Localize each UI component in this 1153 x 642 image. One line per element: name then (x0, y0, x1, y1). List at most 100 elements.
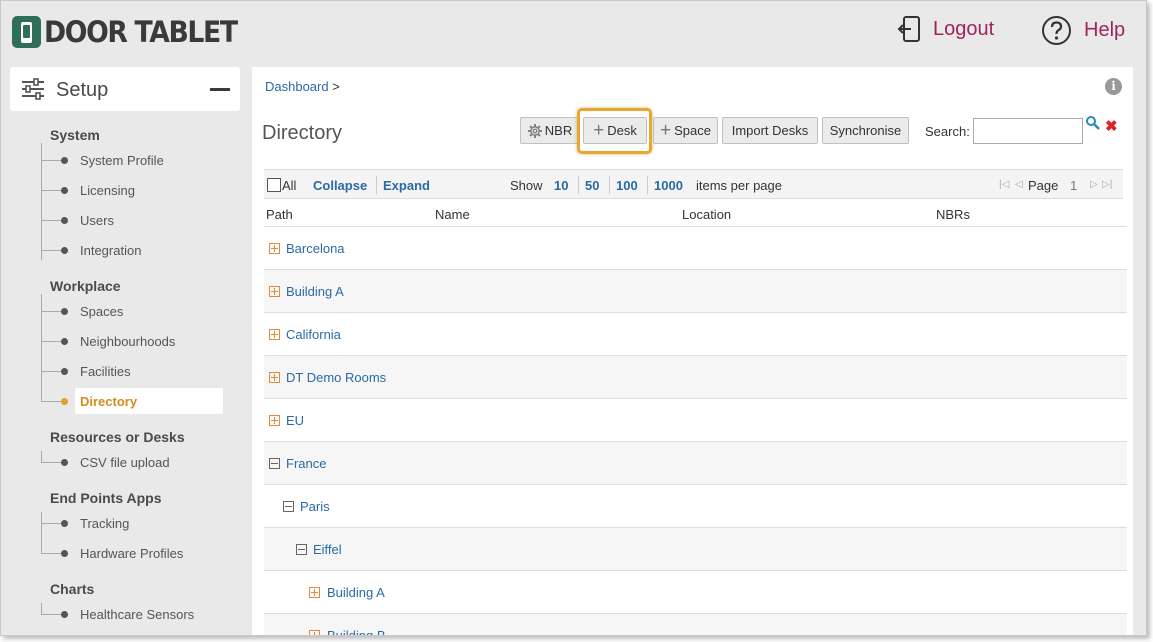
directory-tree: Barcelona Building A California DT Demo … (264, 227, 1127, 635)
last-page-icon[interactable]: ▷| (1102, 179, 1112, 190)
column-header-nbrs[interactable]: NBRs (936, 207, 970, 222)
sidebar-item-label: Licensing (80, 182, 135, 198)
expand-toggle-icon[interactable] (269, 415, 280, 426)
expand-toggle-icon[interactable] (269, 329, 280, 340)
help-label: Help (1084, 19, 1126, 41)
sidebar-item-label: Spaces (80, 303, 124, 319)
next-page-icon[interactable]: ▷ (1090, 179, 1098, 190)
collapse-sidebar-button[interactable] (210, 88, 230, 91)
nbr-button-label: NBR (544, 123, 573, 138)
add-space-button[interactable]: + Space (653, 117, 718, 144)
tree-node-label[interactable]: Paris (300, 499, 330, 514)
sidebar-nav: System System Profile Licensing Users In… (10, 111, 240, 635)
logo-mark-icon (12, 16, 41, 48)
show-label: Show (510, 178, 543, 193)
tree-node-label[interactable]: EU (286, 413, 304, 428)
nav-heading-workplace: Workplace (50, 278, 121, 294)
help-link[interactable]: Help (1041, 15, 1125, 46)
tree-node-label[interactable]: Building A (286, 284, 344, 299)
sidebar-item-directory[interactable]: Directory (41, 388, 231, 414)
nav-heading-resources: Resources or Desks (50, 429, 185, 445)
add-desk-button[interactable]: + Desk (583, 117, 647, 144)
logout-label: Logout (933, 17, 995, 40)
expand-toggle-icon[interactable] (269, 243, 280, 254)
logout-link[interactable]: Logout (897, 15, 994, 43)
synchronise-button[interactable]: Synchronise (822, 117, 909, 144)
breadcrumb-dashboard-link[interactable]: Dashboard (265, 79, 329, 94)
tree-node-label[interactable]: France (286, 456, 326, 471)
plus-icon: + (593, 120, 605, 141)
tree-node-label[interactable]: Building A (327, 585, 385, 600)
collapse-toggle-icon[interactable] (283, 501, 294, 512)
sidebar-item-licensing[interactable]: Licensing (41, 177, 231, 203)
expand-toggle-icon[interactable] (309, 630, 320, 635)
sidebar-item-facilities[interactable]: Facilities (41, 358, 231, 384)
page-size-1000[interactable]: 1000 (654, 178, 683, 193)
add-space-label: Space (674, 123, 711, 138)
synchronise-label: Synchronise (829, 123, 902, 138)
sidebar-item-neighbourhoods[interactable]: Neighbourhoods (41, 328, 231, 354)
nav-heading-system: System (50, 127, 100, 143)
door-tablet-logo[interactable]: DOOR TABLET (12, 15, 253, 49)
column-header-path[interactable]: Path (266, 207, 293, 222)
sidebar-item-label: Integration (80, 242, 142, 258)
collapse-toggle-icon[interactable] (269, 458, 280, 469)
column-header-name[interactable]: Name (435, 207, 470, 222)
sidebar-item-hardware-profiles[interactable]: Hardware Profiles (41, 540, 231, 566)
nbr-button[interactable]: NBR (520, 117, 579, 144)
sidebar-item-system-profile[interactable]: System Profile (41, 147, 231, 173)
search-icon[interactable] (1085, 115, 1101, 131)
search-input[interactable] (973, 118, 1083, 144)
setup-title: Setup (56, 79, 109, 101)
tree-node-label[interactable]: Eiffel (313, 542, 342, 557)
page-size-100[interactable]: 100 (616, 178, 638, 193)
table-row: Building B (264, 614, 1127, 635)
expand-all-link[interactable]: Expand (383, 178, 430, 193)
column-header-location[interactable]: Location (682, 207, 731, 222)
sidebar-item-csv-upload[interactable]: CSV file upload (41, 449, 231, 475)
sidebar-item-label: Neighbourhoods (80, 333, 176, 349)
tree-node-label[interactable]: Building B (327, 628, 386, 635)
first-page-icon[interactable]: |◁ (999, 179, 1009, 190)
collapse-all-link[interactable]: Collapse (313, 178, 367, 193)
prev-page-icon[interactable]: ◁ (1015, 179, 1023, 190)
sidebar-item-label: Hardware Profiles (80, 545, 184, 561)
nav-heading-endpoint-apps: End Points Apps (50, 490, 162, 506)
help-icon (1042, 16, 1071, 45)
table-row: France (264, 442, 1127, 485)
app-window: DOOR TABLET Logout Help Setup System Sys… (0, 0, 1147, 636)
expand-toggle-icon[interactable] (269, 286, 280, 297)
sidebar-item-integration[interactable]: Integration (41, 237, 231, 263)
table-row: Barcelona (264, 227, 1127, 270)
page-size-50[interactable]: 50 (585, 178, 599, 193)
expand-toggle-icon[interactable] (269, 372, 280, 383)
grid-toolbar: All Collapse Expand Show 10 50 100 1000 … (264, 169, 1123, 199)
expand-toggle-icon[interactable] (309, 587, 320, 598)
collapse-toggle-icon[interactable] (296, 544, 307, 555)
page-size-10[interactable]: 10 (554, 178, 568, 193)
sidebar-item-users[interactable]: Users (41, 207, 231, 233)
sidebar-item-spaces[interactable]: Spaces (41, 298, 231, 324)
tree-node-label[interactable]: DT Demo Rooms (286, 370, 386, 385)
logout-icon (897, 16, 920, 42)
breadcrumb: Dashboard > (265, 79, 340, 94)
gear-icon (527, 123, 542, 138)
info-icon[interactable]: i (1105, 78, 1122, 95)
tree-node-label[interactable]: Barcelona (286, 241, 345, 256)
clear-search-icon[interactable]: ✖ (1105, 117, 1118, 135)
plus-icon: + (660, 120, 672, 141)
import-desks-button[interactable]: Import Desks (722, 117, 818, 144)
breadcrumb-separator: > (332, 79, 340, 94)
sidebar-item-tracking[interactable]: Tracking (41, 510, 231, 536)
sidebar-item-label: Tracking (80, 515, 130, 531)
sidebar-item-label: Users (80, 212, 114, 228)
sidebar-item-healthcare-sensors[interactable]: Healthcare Sensors (41, 601, 231, 627)
select-all-checkbox[interactable] (267, 178, 281, 192)
table-row: DT Demo Rooms (264, 356, 1127, 399)
sidebar-item-label: Facilities (80, 363, 131, 379)
tree-node-label[interactable]: California (286, 327, 341, 342)
sliders-icon (22, 78, 44, 100)
table-row: Paris (264, 485, 1127, 528)
search-label: Search: (925, 124, 970, 139)
sidebar-item-label: Healthcare Sensors (80, 606, 195, 622)
